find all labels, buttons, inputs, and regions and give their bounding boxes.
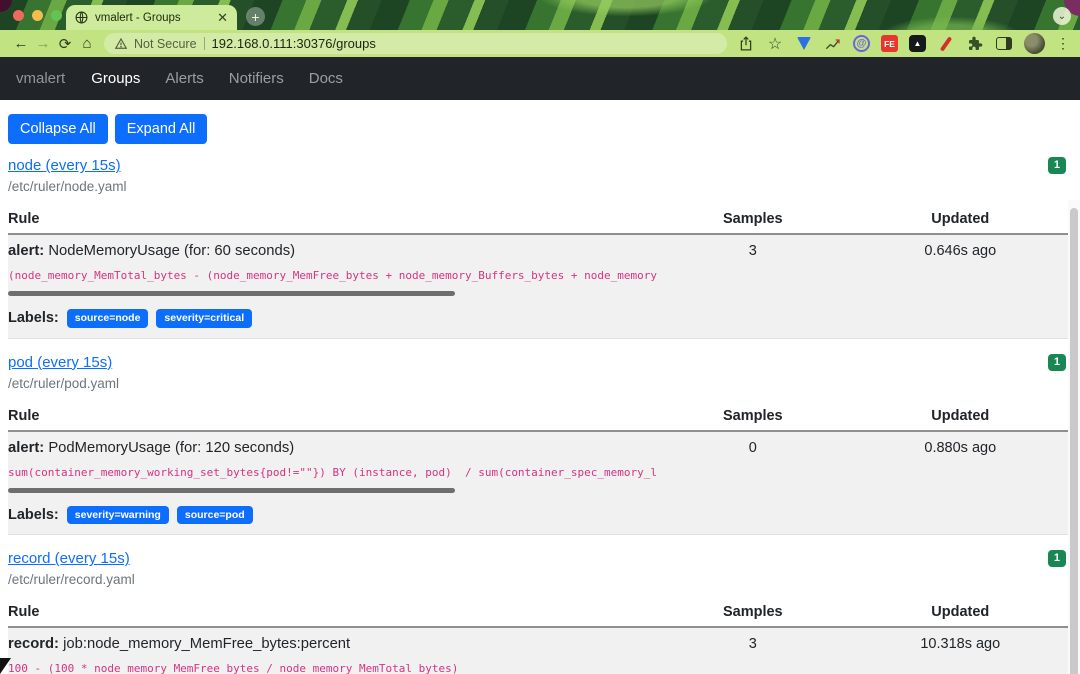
ext-chart-icon[interactable] xyxy=(824,35,842,53)
ext-fe-icon[interactable]: FE xyxy=(881,35,898,52)
profile-avatar[interactable] xyxy=(1024,33,1045,54)
back-icon[interactable]: ← xyxy=(10,35,32,52)
expand-all-button[interactable]: Expand All xyxy=(114,114,208,145)
code-horizontal-scrollbar[interactable] xyxy=(8,487,455,493)
bookmark-star-icon[interactable]: ☆ xyxy=(766,35,784,53)
rules-table: Rule Samples Updated record: job:node_me… xyxy=(8,600,1072,674)
rule-group-pod: pod (every 15s) /etc/ruler/pod.yaml 1 Ru… xyxy=(8,353,1072,536)
group-file-path: /etc/ruler/node.yaml xyxy=(8,179,127,195)
extensions-puzzle-icon[interactable] xyxy=(966,35,984,53)
updated-value: 0.646s ago xyxy=(924,243,997,260)
column-header-rule: Rule xyxy=(8,600,658,629)
collapse-expand-toolbar: Collapse All Expand All xyxy=(8,114,1072,145)
group-file-path: /etc/ruler/record.yaml xyxy=(8,572,135,588)
not-secure-warning-icon xyxy=(115,38,127,49)
updated-value: 10.318s ago xyxy=(920,636,1001,653)
window-zoom-button[interactable] xyxy=(51,10,62,21)
navbar-brand[interactable]: vmalert xyxy=(16,70,65,87)
share-icon[interactable] xyxy=(737,35,755,53)
code-horizontal-scrollbar[interactable] xyxy=(8,291,455,297)
browser-menu-icon[interactable]: ⋮ xyxy=(1056,35,1070,52)
labels-row: Labels: severity=warning source=pod xyxy=(8,505,657,525)
rule-title: alert: NodeMemoryUsage (for: 60 seconds) xyxy=(8,243,296,260)
table-row[interactable]: alert: PodMemoryUsage (for: 120 seconds)… xyxy=(8,430,1072,535)
label-badge: source=pod xyxy=(176,505,253,525)
labels-caption: Labels: xyxy=(8,310,59,327)
browser-tab[interactable]: vmalert - Groups ✕ xyxy=(66,5,237,30)
rules-table: Rule Samples Updated alert: NodeMemoryUs… xyxy=(8,207,1072,339)
url-text[interactable]: 192.168.0.111:30376/groups xyxy=(212,36,376,51)
rule-title: record: job:node_memory_MemFree_bytes:pe… xyxy=(8,636,351,653)
group-link-record[interactable]: record (every 15s) xyxy=(8,550,130,567)
samples-value: 3 xyxy=(748,243,757,260)
rule-group-node: node (every 15s) /etc/ruler/node.yaml 1 … xyxy=(8,157,1072,339)
table-row[interactable]: alert: NodeMemoryUsage (for: 60 seconds)… xyxy=(8,234,1072,339)
page-scrollbar-thumb[interactable] xyxy=(1070,208,1078,674)
samples-value: 3 xyxy=(748,636,757,653)
rule-expression: sum(container_memory_working_set_bytes{p… xyxy=(8,465,658,479)
mouse-cursor xyxy=(0,658,11,674)
labels-caption: Labels: xyxy=(8,506,59,523)
forward-icon[interactable]: → xyxy=(32,35,54,52)
ext-at-icon[interactable]: @ xyxy=(853,35,870,52)
group-file-path: /etc/ruler/pod.yaml xyxy=(8,375,120,391)
nav-item-alerts[interactable]: Alerts xyxy=(157,70,211,87)
reload-icon[interactable]: ⟳ xyxy=(54,35,76,53)
group-link-node[interactable]: node (every 15s) xyxy=(8,157,121,174)
ext-triangle-icon[interactable]: ▲ xyxy=(909,35,926,52)
tab-search-chevron-icon[interactable]: ⌄ xyxy=(1053,7,1071,25)
rule-title: alert: PodMemoryUsage (for: 120 seconds) xyxy=(8,439,295,456)
window-close-button[interactable] xyxy=(13,10,24,21)
address-divider xyxy=(203,37,205,50)
side-panel-icon[interactable] xyxy=(995,35,1013,53)
ext-v-icon[interactable] xyxy=(795,35,813,53)
label-badge: severity=critical xyxy=(156,309,253,328)
collapse-all-button[interactable]: Collapse All xyxy=(8,114,108,145)
rule-group-record: record (every 15s) /etc/ruler/record.yam… xyxy=(8,550,1072,674)
tab-close-icon[interactable]: ✕ xyxy=(217,11,228,24)
labels-row: Labels: source=node severity=critical xyxy=(8,309,657,328)
rule-expression: (node_memory_MemTotal_bytes - (node_memo… xyxy=(8,269,658,283)
group-link-pod[interactable]: pod (every 15s) xyxy=(8,354,112,371)
app-navbar: vmalert Groups Alerts Notifiers Docs xyxy=(0,57,1080,100)
window-minimize-button[interactable] xyxy=(32,10,43,21)
label-badge: severity=warning xyxy=(66,505,169,525)
column-header-updated: Updated xyxy=(848,403,1072,432)
new-tab-button[interactable]: + xyxy=(246,7,265,26)
group-rule-count-badge: 1 xyxy=(1047,550,1066,568)
label-badge: source=node xyxy=(66,309,149,328)
globe-icon xyxy=(75,11,88,24)
home-icon[interactable]: ⌂ xyxy=(76,35,98,52)
nav-item-groups[interactable]: Groups xyxy=(83,70,148,87)
browser-toolbar: ← → ⟳ ⌂ Not Secure 192.168.0.111:30376/g… xyxy=(0,30,1080,57)
tab-title: vmalert - Groups xyxy=(95,11,181,24)
column-header-samples: Samples xyxy=(657,207,849,236)
column-header-updated: Updated xyxy=(848,600,1072,629)
column-header-samples: Samples xyxy=(657,600,849,629)
browser-action-icons: ☆ @ FE ▲ ⋮ xyxy=(737,33,1070,54)
samples-value: 0 xyxy=(748,439,757,456)
nav-item-docs[interactable]: Docs xyxy=(301,70,351,87)
table-row[interactable]: record: job:node_memory_MemFree_bytes:pe… xyxy=(8,627,1072,674)
page-scrollbar[interactable] xyxy=(1068,200,1080,674)
column-header-rule: Rule xyxy=(8,403,658,432)
window-controls xyxy=(13,10,62,21)
address-bar[interactable]: Not Secure 192.168.0.111:30376/groups xyxy=(104,33,727,54)
column-header-rule: Rule xyxy=(8,207,658,236)
not-secure-label[interactable]: Not Secure xyxy=(134,37,197,51)
rule-expression: 100 - (100 * node_memory_MemFree_bytes /… xyxy=(8,662,459,674)
rules-table: Rule Samples Updated alert: PodMemoryUsa… xyxy=(8,403,1072,536)
page-content: Collapse All Expand All node (every 15s)… xyxy=(0,100,1080,674)
nav-item-notifiers[interactable]: Notifiers xyxy=(221,70,292,87)
browser-tab-strip: vmalert - Groups ✕ + ⌄ xyxy=(0,0,1080,30)
ext-pen-icon[interactable] xyxy=(937,35,955,53)
updated-value: 0.880s ago xyxy=(924,439,997,456)
group-rule-count-badge: 1 xyxy=(1047,157,1066,175)
group-rule-count-badge: 1 xyxy=(1047,353,1066,371)
column-header-samples: Samples xyxy=(657,403,849,432)
column-header-updated: Updated xyxy=(848,207,1072,236)
